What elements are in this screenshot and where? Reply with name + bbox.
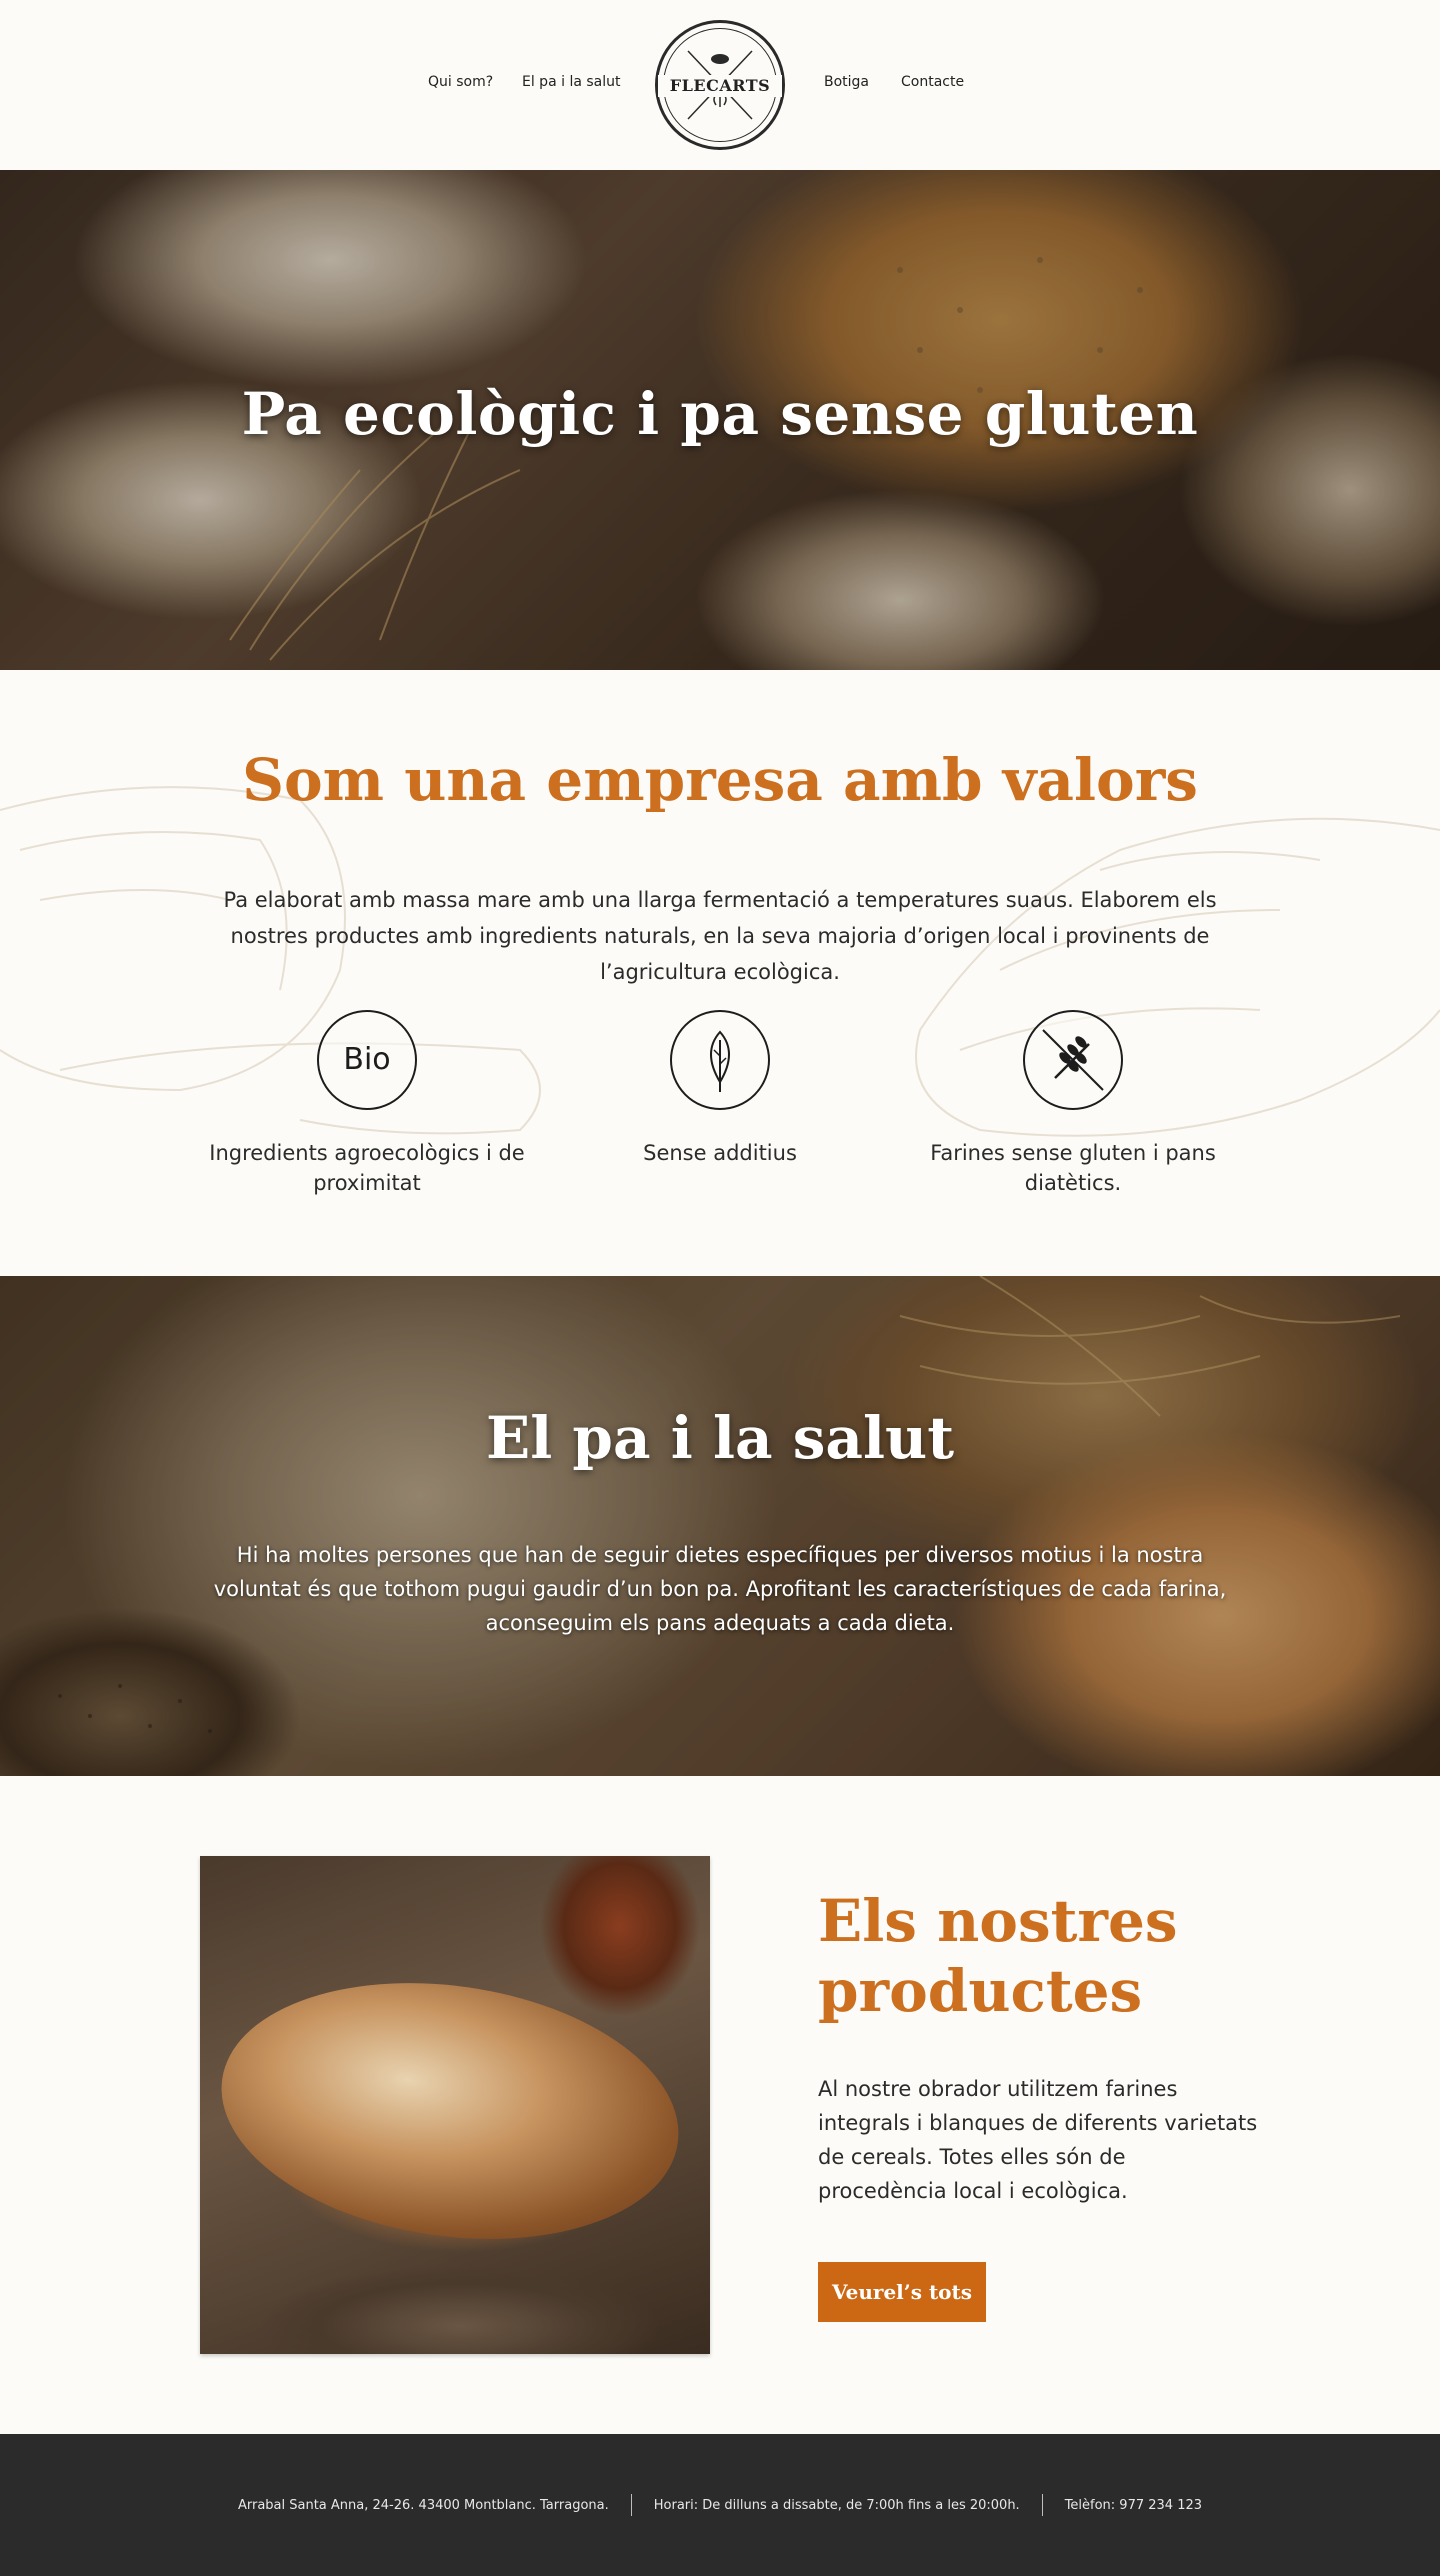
site-header: Qui som? El pa i la salut FLECARTS Botig…	[0, 0, 1440, 170]
health-description: Hi ha moltes persones que han de seguir …	[213, 1543, 1227, 1635]
nav-link-botiga[interactable]: Botiga	[824, 74, 869, 90]
product-bread-image	[200, 1856, 710, 2354]
values-description: Pa elaborat amb massa mare amb una llarg…	[223, 888, 1217, 984]
feature-bio: Bio Ingredients agroecològics i de proxi…	[207, 1010, 527, 1198]
health-overlay	[0, 1276, 1440, 1776]
view-all-button[interactable]: Veurel’s tots	[818, 2262, 986, 2322]
products-section: Els nostres productes Al nostre obrador …	[0, 1776, 1440, 2434]
feature-gluten-free: Farines sense gluten i pans diatètics.	[913, 1010, 1233, 1198]
feature-label: Sense additius	[643, 1141, 797, 1165]
health-banner: El pa i la salut Hi ha moltes persones q…	[0, 1276, 1440, 1776]
bio-icon-text: Bio	[343, 1042, 391, 1077]
footer-separator	[630, 2494, 632, 2516]
hero-title: Pa ecològic i pa sense gluten	[241, 380, 1199, 448]
no-gluten-icon	[1023, 1010, 1123, 1110]
logo-text: FLECARTS	[658, 75, 782, 97]
nav-link-el-pa-i-la-salut[interactable]: El pa i la salut	[522, 74, 621, 90]
products-title: Els nostres productes	[818, 1887, 1178, 2025]
feature-label: Ingredients agroecològics i de proximita…	[209, 1141, 525, 1195]
nav-link-contacte[interactable]: Contacte	[901, 74, 964, 90]
values-title: Som una empresa amb valors	[242, 746, 1198, 814]
footer-hours: Horari: De dilluns a dissabte, de 7:00h …	[653, 2497, 1020, 2513]
health-title: El pa i la salut	[485, 1404, 955, 1472]
footer-info-row: Arrabal Santa Anna, 24-26. 43400 Montbla…	[0, 2494, 1440, 2516]
feature-no-additives: Sense additius	[560, 1010, 880, 1168]
footer-address: Arrabal Santa Anna, 24-26. 43400 Montbla…	[237, 2497, 609, 2513]
footer-separator	[1041, 2494, 1043, 2516]
bread-loaf-illustration	[204, 1955, 696, 2267]
leaf-icon	[670, 1010, 770, 1110]
nav-link-qui-som[interactable]: Qui som?	[428, 74, 493, 90]
feature-label: Farines sense gluten i pans diatètics.	[930, 1141, 1216, 1195]
site-footer: Arrabal Santa Anna, 24-26. 43400 Montbla…	[0, 2434, 1440, 2576]
footer-phone[interactable]: Telèfon: 977 234 123	[1065, 2498, 1202, 2513]
site-logo[interactable]: FLECARTS	[655, 20, 785, 150]
products-description: Al nostre obrador utilitzem farines inte…	[818, 2077, 1258, 2203]
bio-icon: Bio	[317, 1010, 417, 1110]
values-section: Som una empresa amb valors Pa elaborat a…	[0, 670, 1440, 1276]
hero-banner: Pa ecològic i pa sense gluten	[0, 170, 1440, 670]
